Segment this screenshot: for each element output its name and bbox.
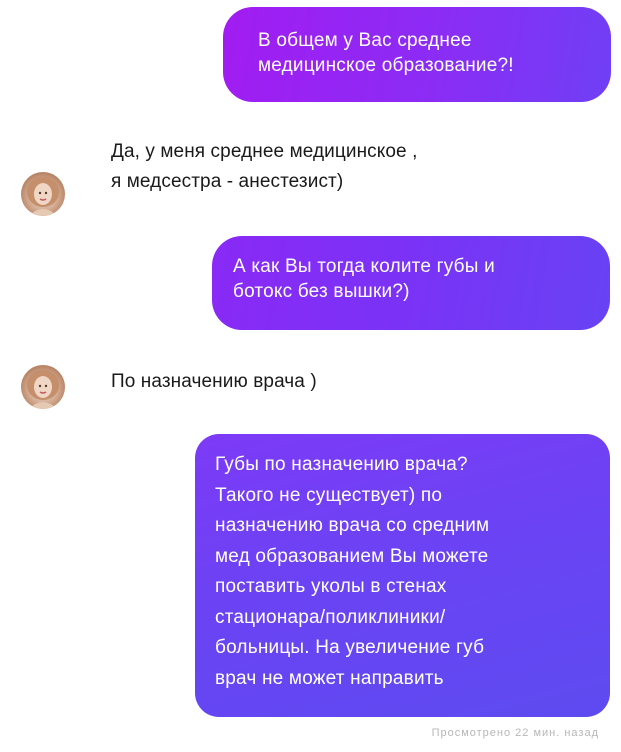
message-text-line: По назначению врача ) [111,371,317,392]
message-text-line: назначению врача со средним [215,515,490,536]
message-text-line: я медсестра - анестезист) [111,171,344,192]
message-text-line: Да, у меня среднее медицинское , [111,141,418,162]
message-text-line: Губы по назначению врача? [215,454,468,475]
message-text-line: поставить уколы в стенах [215,576,447,597]
outgoing-message-bubble[interactable]: А как Вы тогда колите губы и ботокс без … [212,236,610,330]
message-text-line: врач не может направить [215,667,444,689]
seen-status: Просмотрено 22 мин. назад [431,727,599,739]
incoming-message[interactable]: По назначению врача ) [111,367,317,397]
outgoing-message-bubble[interactable]: В общем у Вас среднее медицинское образо… [223,7,611,102]
message-text-line: ботокс без вышки?) [233,281,410,302]
incoming-message[interactable]: Да, у меня среднее медицинское , я медсе… [111,137,418,197]
message-text-line: медицинское образование?! [258,55,514,76]
profile-avatar-icon[interactable] [21,172,65,216]
outgoing-message-bubble[interactable]: Губы по назначению врача? Такого не суще… [195,434,610,717]
message-text-line: В общем у Вас среднее [258,30,472,51]
chat-thread: В общем у Вас среднее медицинское образо… [0,0,621,752]
message-text-line: стационара/поликлиники/ [215,606,446,628]
profile-avatar-icon[interactable] [21,365,65,409]
message-text-line: Такого не существует) по [215,484,443,506]
message-text-line: мед образованием Вы можете [215,545,489,567]
message-text-line: А как Вы тогда колите губы и [233,256,495,277]
message-text-line: больницы. На увеличение губ [215,637,485,658]
